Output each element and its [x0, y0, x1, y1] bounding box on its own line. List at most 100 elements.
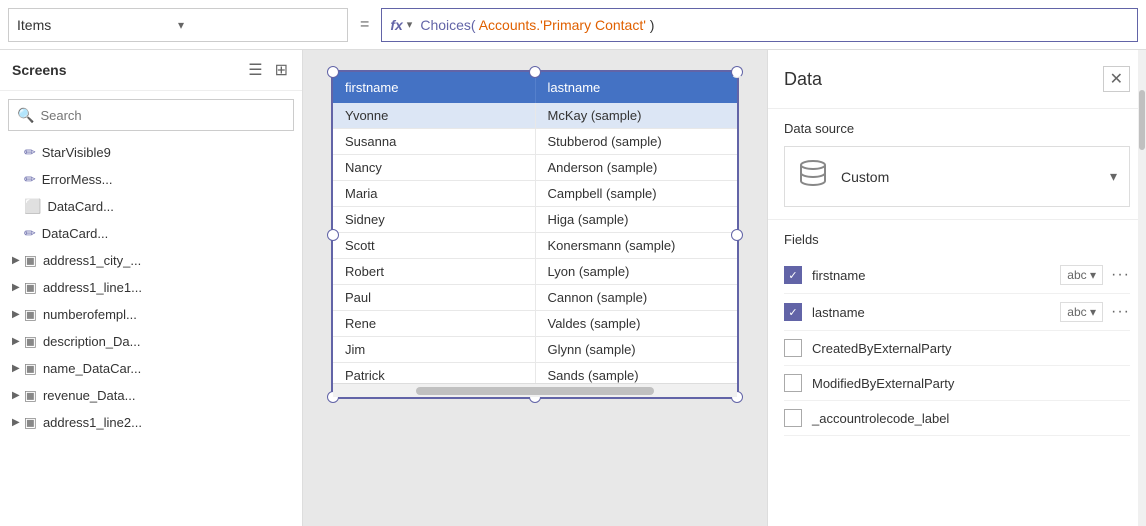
cell-lastname: Lyon (sample): [536, 259, 738, 284]
items-dropdown[interactable]: Items ▾: [8, 8, 348, 42]
search-input[interactable]: [40, 108, 285, 123]
cell-firstname: Jim: [333, 337, 536, 362]
tree-item-label: address1_line1...: [43, 280, 142, 295]
resize-handle-tl[interactable]: [327, 66, 339, 78]
tree-item-label: address1_line2...: [43, 415, 142, 430]
cell-lastname: Cannon (sample): [536, 285, 738, 310]
search-box[interactable]: 🔍: [8, 99, 294, 131]
resize-handle-mr[interactable]: [731, 229, 743, 241]
formula-icon: fx: [390, 17, 402, 33]
screens-header: Screens ☰ ⊞: [0, 50, 302, 91]
horizontal-scrollbar[interactable]: [333, 383, 737, 397]
field-more-firstname[interactable]: ···: [1111, 266, 1130, 284]
cell-firstname: Patrick: [333, 363, 536, 383]
field-row-createdbyexternalparty: CreatedByExternalParty: [784, 331, 1130, 366]
scroll-thumb-right[interactable]: [1139, 90, 1145, 150]
field-checkbox-lastname[interactable]: [784, 303, 802, 321]
field-checkbox-createdby[interactable]: [784, 339, 802, 357]
cell-lastname: Glynn (sample): [536, 337, 738, 362]
tree-item-revenuedata[interactable]: ▶ ▣ revenue_Data...: [0, 382, 302, 409]
table-row[interactable]: Susanna Stubberod (sample): [333, 129, 737, 155]
table-row[interactable]: Nancy Anderson (sample): [333, 155, 737, 181]
datasource-label: Data source: [784, 121, 1130, 136]
table-row[interactable]: Paul Cannon (sample): [333, 285, 737, 311]
grid-view-icon[interactable]: ⊞: [273, 58, 290, 82]
tree-item-numberofempl[interactable]: ▶ ▣ numberofempl...: [0, 301, 302, 328]
table-row[interactable]: Robert Lyon (sample): [333, 259, 737, 285]
param-field: 'Primary Contact': [540, 17, 646, 33]
tree-item-address1line2[interactable]: ▶ ▣ address1_line2...: [0, 409, 302, 436]
close-button[interactable]: ✕: [1103, 66, 1130, 92]
tree-item-datacard1[interactable]: ⬜ DataCard...: [0, 193, 302, 220]
resize-handle-tr[interactable]: [731, 66, 743, 78]
top-bar: Items ▾ = fx ▾ Choices( Accounts.'Primar…: [0, 0, 1146, 50]
tree-item-label: description_Da...: [43, 334, 141, 349]
field-checkbox-modifiedby[interactable]: [784, 374, 802, 392]
formula-bar[interactable]: fx ▾ Choices( Accounts.'Primary Contact'…: [381, 8, 1138, 42]
tree-item-descriptionda[interactable]: ▶ ▣ description_Da...: [0, 328, 302, 355]
table-row[interactable]: Maria Campbell (sample): [333, 181, 737, 207]
tree-item-namedatacar[interactable]: ▶ ▣ name_DataCar...: [0, 355, 302, 382]
tree-item-errormess[interactable]: ✏ ErrorMess...: [0, 166, 302, 193]
right-panel: Data ✕ Data source Custom ▾ Fields: [767, 50, 1146, 526]
table-row[interactable]: Yvonne McKay (sample): [333, 103, 737, 129]
field-name-lastname: lastname: [812, 305, 1060, 320]
resize-handle-ml[interactable]: [327, 229, 339, 241]
resize-handle-tc[interactable]: [529, 66, 541, 78]
formula-text: Choices( Accounts.'Primary Contact' ): [420, 17, 654, 33]
cell-lastname: Sands (sample): [536, 363, 738, 383]
cell-firstname: Nancy: [333, 155, 536, 180]
tree-item-label: name_DataCar...: [43, 361, 141, 376]
field-name-firstname: firstname: [812, 268, 1060, 283]
table-row[interactable]: Scott Konersmann (sample): [333, 233, 737, 259]
datasource-section: Data source Custom ▾: [768, 109, 1146, 220]
fn-name: Choices(: [420, 17, 475, 33]
cell-firstname: Sidney: [333, 207, 536, 232]
fields-section: Fields firstname abc ▾ ··· lastname abc …: [768, 220, 1146, 448]
chevron-right-icon: ▶: [12, 255, 20, 266]
group-icon-7: ▣: [24, 414, 37, 431]
field-checkbox-firstname[interactable]: [784, 266, 802, 284]
field-type-lastname[interactable]: abc ▾: [1060, 302, 1103, 322]
field-checkbox-accountrolecode[interactable]: [784, 409, 802, 427]
tree-item-datacard2[interactable]: ✏ DataCard...: [0, 220, 302, 247]
tree-item-address1city[interactable]: ▶ ▣ address1_city_...: [0, 247, 302, 274]
right-panel-scrollbar[interactable]: [1138, 50, 1146, 526]
group-icon: ▣: [24, 252, 37, 269]
field-row-lastname: lastname abc ▾ ···: [784, 294, 1130, 331]
equals-sign: =: [356, 16, 373, 34]
table-row[interactable]: Rene Valdes (sample): [333, 311, 737, 337]
datasource-option[interactable]: Custom ▾: [784, 146, 1130, 207]
tree-item-label: DataCard...: [47, 199, 113, 214]
field-type-firstname[interactable]: abc ▾: [1060, 265, 1103, 285]
data-table-widget[interactable]: firstname lastname Yvonne McKay (sample)…: [331, 70, 739, 399]
field-more-lastname[interactable]: ···: [1111, 303, 1130, 321]
list-view-icon[interactable]: ☰: [246, 58, 264, 82]
database-icon: [797, 157, 829, 196]
table-row[interactable]: Patrick Sands (sample): [333, 363, 737, 383]
datasource-chevron-icon: ▾: [1110, 168, 1117, 185]
search-icon: 🔍: [17, 107, 34, 124]
cell-firstname: Paul: [333, 285, 536, 310]
table-row[interactable]: Sidney Higa (sample): [333, 207, 737, 233]
column-header-lastname: lastname: [536, 72, 738, 103]
screens-title: Screens: [12, 62, 66, 78]
edit-icon-2: ✏: [24, 171, 36, 188]
cell-lastname: Campbell (sample): [536, 181, 738, 206]
group-icon-2: ▣: [24, 279, 37, 296]
scroll-thumb[interactable]: [416, 387, 654, 395]
tree-item-label: revenue_Data...: [43, 388, 136, 403]
tree-item-address1line1[interactable]: ▶ ▣ address1_line1...: [0, 274, 302, 301]
tree-item-starvisible9[interactable]: ✏ StarVisible9: [0, 139, 302, 166]
center-canvas: firstname lastname Yvonne McKay (sample)…: [303, 50, 767, 526]
main-area: Screens ☰ ⊞ 🔍 ✏ StarVisible9 ✏ ErrorMess…: [0, 50, 1146, 526]
cell-lastname: Stubberod (sample): [536, 129, 738, 154]
table-row[interactable]: Jim Glynn (sample): [333, 337, 737, 363]
cell-firstname: Susanna: [333, 129, 536, 154]
cell-lastname: Higa (sample): [536, 207, 738, 232]
fn-close: ): [646, 17, 655, 33]
dropdown-chevron-icon: ▾: [178, 18, 339, 32]
right-title: Data: [784, 69, 822, 90]
chevron-right-icon-3: ▶: [12, 309, 20, 320]
items-label: Items: [17, 17, 178, 33]
